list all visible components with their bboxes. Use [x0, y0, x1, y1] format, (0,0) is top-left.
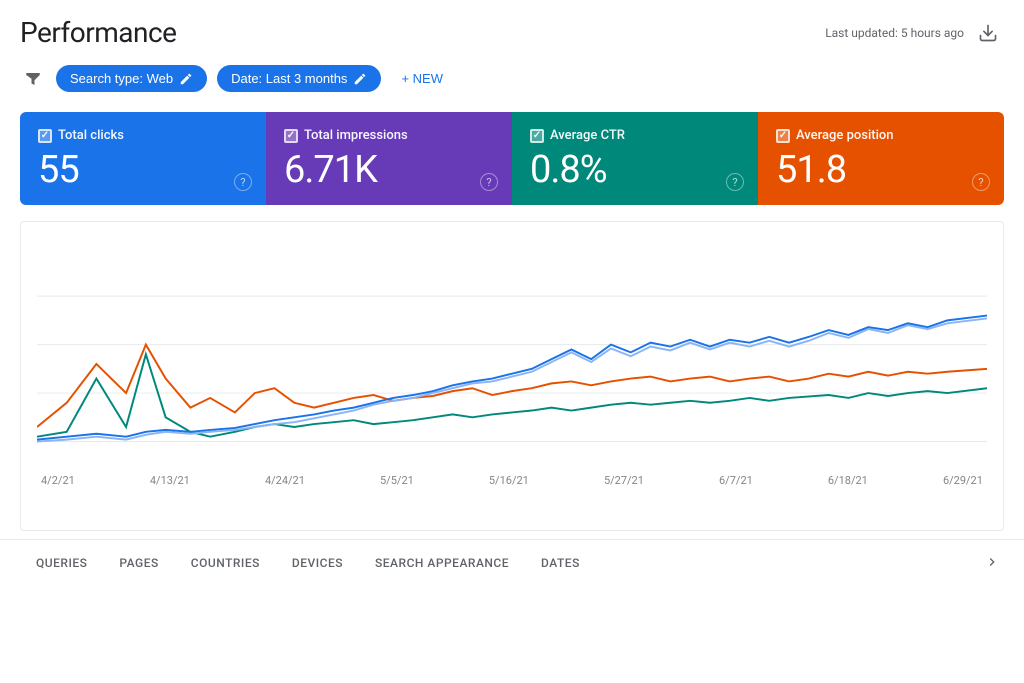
tab-dates[interactable]: DATES [525, 548, 596, 580]
avg-position-label: Average position [776, 128, 986, 143]
metric-total-clicks[interactable]: Total clicks 55 ? [20, 112, 266, 205]
edit-icon-date [353, 72, 367, 86]
page-wrapper: Performance Last updated: 5 hours ago Se… [0, 0, 1024, 683]
filter-svg [24, 70, 42, 88]
total-impressions-label: Total impressions [284, 128, 494, 143]
tab-queries[interactable]: QUERIES [20, 548, 103, 580]
x-label-2: 4/13/21 [150, 474, 190, 487]
x-axis-labels: 4/2/21 4/13/21 4/24/21 5/5/21 5/16/21 5/… [37, 474, 987, 487]
avg-position-value: 51.8 [776, 151, 986, 189]
chevron-right-icon [984, 554, 1000, 570]
chart-svg [37, 238, 987, 490]
page-title: Performance [20, 16, 176, 49]
x-label-1: 4/2/21 [41, 474, 75, 487]
avg-ctr-value: 0.8% [530, 151, 740, 189]
avg-ctr-help[interactable]: ? [726, 173, 744, 191]
search-type-filter[interactable]: Search type: Web [56, 65, 207, 92]
chart-area: 4/2/21 4/13/21 4/24/21 5/5/21 5/16/21 5/… [20, 221, 1004, 531]
x-label-3: 4/24/21 [265, 474, 305, 487]
total-clicks-value: 55 [38, 151, 248, 189]
date-filter[interactable]: Date: Last 3 months [217, 65, 381, 92]
x-label-5: 5/16/21 [489, 474, 529, 487]
metric-avg-position[interactable]: Average position 51.8 ? [758, 112, 1004, 205]
tabs-more-arrow[interactable] [980, 550, 1004, 578]
header: Performance Last updated: 5 hours ago [0, 0, 1024, 57]
avg-ctr-checkbox [530, 129, 544, 143]
tab-devices[interactable]: DEVICES [276, 548, 359, 580]
x-label-7: 6/7/21 [719, 474, 753, 487]
avg-position-checkbox [776, 129, 790, 143]
filter-icon[interactable] [20, 66, 46, 92]
x-label-9: 6/29/21 [943, 474, 983, 487]
header-right: Last updated: 5 hours ago [825, 17, 1004, 49]
tab-pages[interactable]: PAGES [103, 548, 174, 580]
metric-avg-ctr[interactable]: Average CTR 0.8% ? [512, 112, 758, 205]
total-impressions-checkbox [284, 129, 298, 143]
filter-bar: Search type: Web Date: Last 3 months + N… [0, 57, 1024, 104]
metric-total-impressions[interactable]: Total impressions 6.71K ? [266, 112, 512, 205]
x-label-6: 5/27/21 [604, 474, 644, 487]
total-impressions-help[interactable]: ? [480, 173, 498, 191]
date-label: Date: Last 3 months [231, 71, 347, 86]
x-label-8: 6/18/21 [828, 474, 868, 487]
download-button[interactable] [972, 17, 1004, 49]
total-impressions-value: 6.71K [284, 151, 494, 189]
avg-ctr-label: Average CTR [530, 128, 740, 143]
search-type-label: Search type: Web [70, 71, 173, 86]
last-updated-text: Last updated: 5 hours ago [825, 26, 964, 40]
metrics-row: Total clicks 55 ? Total impressions 6.71… [20, 112, 1004, 205]
total-clicks-help[interactable]: ? [234, 173, 252, 191]
x-label-4: 5/5/21 [380, 474, 414, 487]
download-icon [978, 23, 998, 43]
avg-position-help[interactable]: ? [972, 173, 990, 191]
total-clicks-label: Total clicks [38, 128, 248, 143]
bottom-tabs: QUERIES PAGES COUNTRIES DEVICES SEARCH A… [0, 539, 1024, 580]
total-clicks-checkbox [38, 129, 52, 143]
tab-countries[interactable]: COUNTRIES [175, 548, 276, 580]
edit-icon [179, 72, 193, 86]
new-button[interactable]: + NEW [391, 65, 453, 92]
tab-search-appearance[interactable]: SEARCH APPEARANCE [359, 548, 525, 580]
new-label: + NEW [401, 71, 443, 86]
